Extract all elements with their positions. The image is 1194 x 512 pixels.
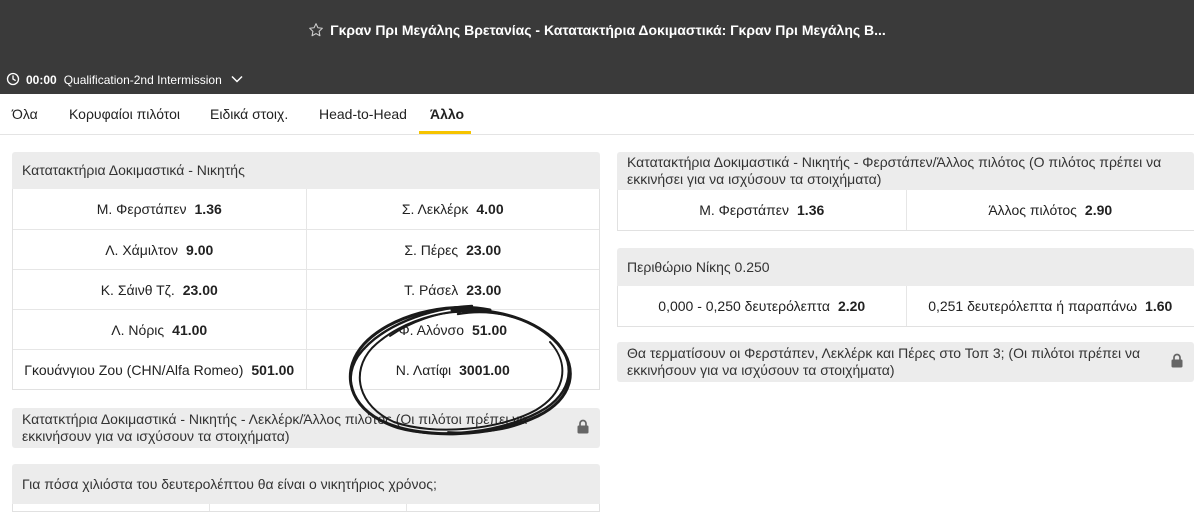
odds-value: 23.00	[466, 282, 501, 298]
selection-name: Άλλος πιλότος	[988, 202, 1077, 218]
market-title[interactable]: Κατατακτήρια Δοκιμαστικά - Νικητής - Φερ…	[617, 152, 1194, 190]
odds-button[interactable]: Κ. Σάινθ Τζ. 23.00	[13, 270, 306, 309]
odds-value: 2.90	[1085, 202, 1112, 218]
event-header: Γκραν Πρι Μεγάλης Βρετανίας - Κατατακτήρ…	[0, 0, 1194, 94]
market-title[interactable]: Περιθώριο Νίκης 0.250	[617, 248, 1194, 286]
odds-value: 23.00	[466, 242, 501, 258]
odds-button[interactable]: 0,000 - 0,250 δευτερόλεπτα 2.20	[618, 286, 906, 326]
odds-row: Λ. Χάμιλτον 9.00 Σ. Πέρες 23.00	[13, 229, 599, 269]
selection-name: Κ. Σάινθ Τζ.	[101, 282, 175, 298]
match-status-text: Qualification-2nd Intermission	[64, 73, 222, 87]
tab-all[interactable]: Όλα	[12, 106, 38, 122]
odds-button[interactable]: 0,251 δευτερόλεπτα ή παραπάνω 1.60	[906, 286, 1194, 326]
odds-button[interactable]: Μ. Φερστάπεν 1.36	[13, 189, 306, 229]
odds-row: Μ. Φερστάπεν 1.36 Σ. Λεκλέρκ 4.00	[13, 189, 599, 229]
odds-value: 23.00	[183, 282, 218, 298]
odds-value: 4.00	[476, 201, 503, 217]
tab-top-drivers[interactable]: Κορυφαίοι πιλότοι	[69, 106, 180, 122]
selection-name: Γκουάνγιου Ζου (CHN/Alfa Romeo)	[24, 362, 243, 378]
odds-button[interactable]: Λ. Νόρις 41.00	[13, 310, 306, 349]
selection-name: Σ. Πέρες	[404, 242, 458, 258]
selection-name: Λ. Χάμιλτον	[105, 242, 178, 258]
match-time: 00:00	[26, 73, 57, 87]
odds-button[interactable]: Γκουάνγιου Ζου (CHN/Alfa Romeo) 501.00	[13, 350, 306, 389]
lock-icon	[1170, 353, 1184, 372]
odds-button[interactable]: Μ. Φερστάπεν 1.36	[618, 190, 906, 230]
chevron-down-icon[interactable]	[230, 73, 244, 87]
odds-button[interactable]: Σ. Πέρες 23.00	[306, 230, 600, 269]
event-title: Γκραν Πρι Μεγάλης Βρετανίας - Κατατακτήρ…	[0, 22, 1194, 41]
tab-head-to-head[interactable]: Head-to-Head	[319, 106, 407, 122]
odds-grid: Μ. Φερστάπεν 1.36 Άλλος πιλότος 2.90	[617, 190, 1194, 231]
market-title-text: Περιθώριο Νίκης 0.250	[627, 259, 770, 276]
odds-value: 1.36	[797, 202, 824, 218]
odds-grid	[12, 504, 600, 512]
market-title-text: Κατατακτήρια Δοκιμαστικά - Νικητής - Φερ…	[627, 154, 1184, 188]
odds-button[interactable]: Λ. Χάμιλτον 9.00	[13, 230, 306, 269]
market-title[interactable]: Κατατακτήρια Δοκιμαστικά - Νικητής	[12, 152, 600, 189]
selection-name: Λ. Νόρις	[111, 322, 164, 338]
odds-value: 2.20	[838, 298, 865, 314]
odds-row: Μ. Φερστάπεν 1.36 Άλλος πιλότος 2.90	[618, 190, 1194, 230]
market-winning-margin: Περιθώριο Νίκης 0.250 0,000 - 0,250 δευτ…	[617, 248, 1194, 327]
odds-button[interactable]: Άλλος πιλότος 2.90	[906, 190, 1194, 230]
tab-other[interactable]: Άλλο	[430, 106, 464, 122]
odds-value: 1.60	[1145, 298, 1172, 314]
market-title[interactable]: Θα τερματίσουν οι Φερστάπεν, Λεκλέρκ και…	[617, 342, 1194, 382]
odds-value: 1.36	[195, 201, 222, 217]
event-title-text: Γκραν Πρι Μεγάλης Βρετανίας - Κατατακτήρ…	[330, 22, 886, 38]
star-outline-icon[interactable]	[308, 22, 324, 41]
market-title-text: Θα τερματίσουν οι Φερστάπεν, Λεκλέρκ και…	[627, 345, 1154, 379]
tab-specials[interactable]: Ειδικά στοιχ.	[210, 106, 288, 122]
scribble-circle-annotation	[340, 298, 580, 440]
market-tabs: Όλα Κορυφαίοι πιλότοι Ειδικά στοιχ. Head…	[0, 94, 1194, 135]
market-title-text: Κατατακτήρια Δοκιμαστικά - Νικητής	[22, 162, 245, 179]
odds-value: 9.00	[186, 242, 213, 258]
market-verstappen-other: Κατατακτήρια Δοκιμαστικά - Νικητής - Φερ…	[617, 152, 1194, 231]
match-status[interactable]: 00:00 Qualification-2nd Intermission	[6, 72, 244, 88]
odds-row: 0,000 - 0,250 δευτερόλεπτα 2.20 0,251 δευ…	[618, 286, 1194, 326]
selection-name: Σ. Λεκλέρκ	[402, 201, 468, 217]
odds-grid: 0,000 - 0,250 δευτερόλεπτα 2.20 0,251 δευ…	[617, 286, 1194, 327]
market-title-text: Για πόσα χιλιόστα του δευτερολέπτου θα ε…	[22, 476, 437, 493]
active-tab-indicator	[419, 131, 471, 134]
odds-button[interactable]: Σ. Λεκλέρκ 4.00	[306, 189, 600, 229]
selection-name: Μ. Φερστάπεν	[699, 202, 789, 218]
odds-value: 41.00	[172, 322, 207, 338]
market-top3: Θα τερματίσουν οι Φερστάπεν, Λεκλέρκ και…	[617, 342, 1194, 382]
market-title[interactable]: Για πόσα χιλιόστα του δευτερολέπτου θα ε…	[12, 464, 600, 504]
clock-icon	[6, 72, 20, 89]
market-thousandths: Για πόσα χιλιόστα του δευτερολέπτου θα ε…	[12, 464, 600, 512]
selection-name: Τ. Ράσελ	[404, 282, 458, 298]
selection-name: Μ. Φερστάπεν	[97, 201, 187, 217]
selection-name: 0,000 - 0,250 δευτερόλεπτα	[658, 298, 830, 314]
odds-value: 501.00	[251, 362, 294, 378]
selection-name: 0,251 δευτερόλεπτα ή παραπάνω	[928, 298, 1137, 314]
